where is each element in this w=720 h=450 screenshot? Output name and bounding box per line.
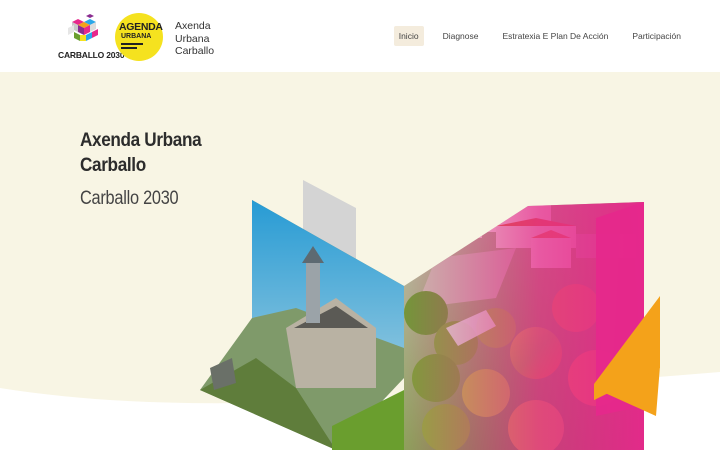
hero-title: Axenda Urbana Carballo — [80, 128, 202, 178]
nav-item-diagnose[interactable]: Diagnose — [438, 26, 484, 46]
site-header: CARBALLO 2030 AGENDA URBANA Axenda Urban… — [0, 0, 720, 72]
hero-title-line1: Axenda Urbana — [80, 129, 202, 151]
cube-logo-icon — [68, 14, 98, 41]
nav-item-inicio[interactable]: Inicio — [393, 26, 424, 46]
agenda-urbana-logo[interactable]: AGENDA URBANA — [115, 13, 163, 61]
hero-collage-image — [200, 180, 660, 450]
site-title[interactable]: Axenda Urbana Carballo — [175, 20, 214, 58]
agenda-logo-line2: URBANA — [121, 33, 152, 40]
hero-title-line2: Carballo — [80, 154, 146, 176]
nav-item-estratexia[interactable]: Estratexia E Plan De Acción — [497, 26, 613, 46]
nav-item-participacion[interactable]: Participación — [627, 26, 686, 46]
main-nav: Inicio Diagnose Estratexia E Plan De Acc… — [380, 26, 686, 46]
agenda-logo-bar — [121, 47, 137, 49]
agenda-logo-bar — [121, 43, 143, 45]
hero-subtitle: Carballo 2030 — [80, 188, 179, 209]
agenda-logo-line1: AGENDA — [119, 21, 163, 33]
carballo-2030-logo-label: CARBALLO 2030 — [58, 50, 125, 60]
site-title-line2: Urbana — [175, 32, 210, 45]
site-title-line1: Axenda — [175, 20, 211, 32]
site-title-line3: Carballo — [175, 45, 215, 57]
carballo-2030-logo[interactable]: CARBALLO 2030 — [58, 14, 125, 60]
